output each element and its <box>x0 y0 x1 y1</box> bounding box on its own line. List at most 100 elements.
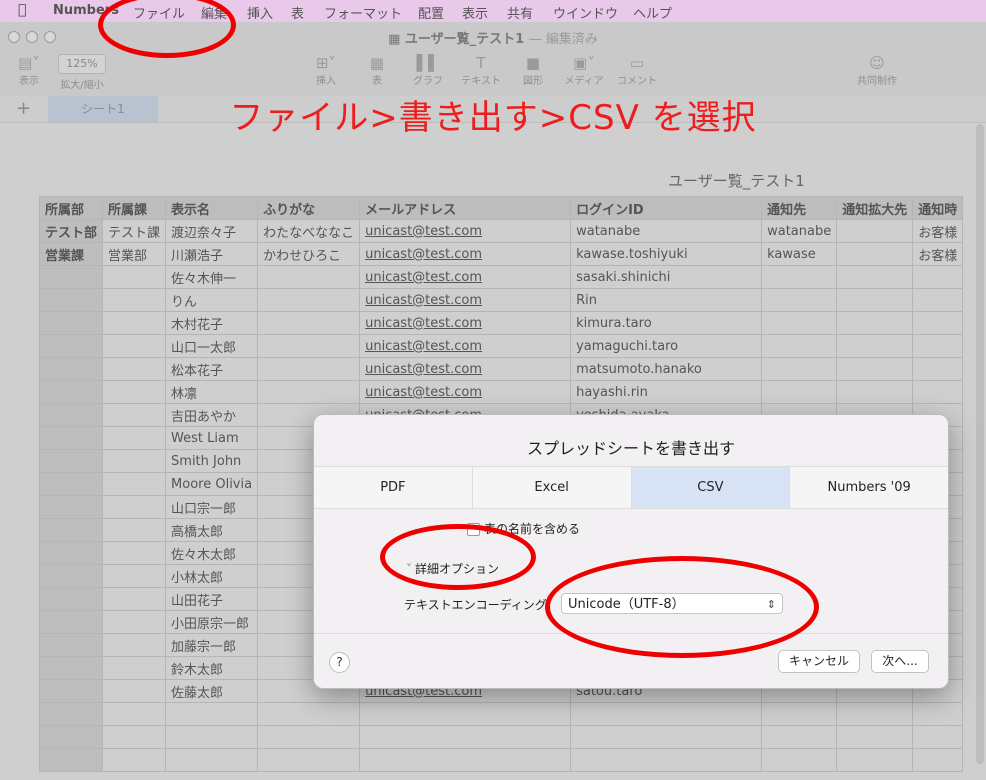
table-cell[interactable] <box>38 288 104 312</box>
tab-pdf[interactable]: PDF <box>314 467 473 508</box>
table-cell[interactable] <box>102 748 167 772</box>
table-cell[interactable] <box>570 725 763 749</box>
table-cell[interactable] <box>38 725 104 749</box>
tab-excel[interactable]: Excel <box>472 467 632 508</box>
table-cell[interactable] <box>570 748 763 772</box>
table-cell[interactable] <box>761 725 838 749</box>
tab-csv[interactable]: CSV <box>631 467 791 508</box>
table-cell[interactable] <box>761 702 838 726</box>
table-cell[interactable] <box>836 357 914 381</box>
table-cell[interactable] <box>836 725 914 749</box>
table-cell[interactable] <box>102 334 167 358</box>
table-cell[interactable]: 山田花子 <box>165 587 259 611</box>
table-cell[interactable]: unicast@test.com <box>359 380 572 404</box>
chart-button[interactable]: ▌▌ グラフ <box>410 54 446 87</box>
table-cell[interactable] <box>912 702 964 726</box>
menu-view[interactable]: 表示 <box>462 3 488 22</box>
table-cell[interactable] <box>102 679 167 703</box>
table-cell[interactable] <box>257 357 361 381</box>
table-cell[interactable] <box>912 311 964 335</box>
table-cell[interactable]: 林凛 <box>165 380 259 404</box>
insert-button[interactable]: ⊞˅ 挿入 <box>306 54 346 87</box>
table-cell[interactable] <box>38 334 104 358</box>
table-cell[interactable] <box>102 265 167 289</box>
table-cell[interactable] <box>102 610 167 634</box>
menu-arrange[interactable]: 配置 <box>418 3 444 22</box>
table-cell[interactable] <box>836 334 914 358</box>
menu-table[interactable]: 表 <box>291 3 304 22</box>
table-cell[interactable] <box>257 702 361 726</box>
table-cell[interactable]: matsumoto.hanako <box>570 357 763 381</box>
table-cell[interactable] <box>102 357 167 381</box>
table-cell[interactable]: 高橋太郎 <box>165 518 259 542</box>
table-cell[interactable]: テスト部 <box>38 219 104 243</box>
table-cell[interactable] <box>38 265 104 289</box>
table-cell[interactable] <box>38 541 104 565</box>
table-cell[interactable] <box>102 495 167 519</box>
table-cell[interactable]: 佐藤太郎 <box>165 679 259 703</box>
table-cell[interactable]: unicast@test.com <box>359 357 572 381</box>
table-cell[interactable] <box>912 357 964 381</box>
table-cell[interactable]: 営業部 <box>102 242 167 266</box>
menu-share[interactable]: 共有 <box>507 3 533 22</box>
column-header[interactable]: メールアドレス <box>359 196 572 220</box>
table-cell[interactable]: テスト課 <box>102 219 167 243</box>
zoom-select[interactable]: 125% <box>58 54 106 74</box>
table-cell[interactable] <box>102 449 167 473</box>
table-cell[interactable] <box>257 265 361 289</box>
view-button[interactable]: ▤˅ 表示 <box>12 54 46 87</box>
table-cell[interactable]: 佐々木太郎 <box>165 541 259 565</box>
table-cell[interactable] <box>359 725 572 749</box>
table-cell[interactable] <box>912 265 964 289</box>
menu-help[interactable]: ヘルプ <box>633 3 672 22</box>
table-cell[interactable]: わたなべななこ <box>257 219 361 243</box>
collaborate-button[interactable]: ☺ 共同制作 <box>852 54 902 87</box>
vertical-scrollbar[interactable] <box>976 124 984 764</box>
table-cell[interactable] <box>761 357 838 381</box>
table-cell[interactable]: unicast@test.com <box>359 242 572 266</box>
column-header[interactable]: 所属部 <box>38 196 104 220</box>
table-cell[interactable]: West Liam <box>165 426 259 450</box>
table-cell[interactable]: watanabe <box>570 219 763 243</box>
table-cell[interactable]: お客様 <box>912 219 964 243</box>
table-cell[interactable] <box>102 725 167 749</box>
table-cell[interactable] <box>836 265 914 289</box>
table-cell[interactable] <box>102 564 167 588</box>
table-cell[interactable]: お客様 <box>912 242 964 266</box>
table-cell[interactable] <box>38 403 104 427</box>
table-cell[interactable] <box>761 334 838 358</box>
table-cell[interactable] <box>38 610 104 634</box>
table-cell[interactable]: unicast@test.com <box>359 265 572 289</box>
table-cell[interactable] <box>38 748 104 772</box>
table-cell[interactable] <box>102 403 167 427</box>
help-button[interactable]: ? <box>329 652 350 673</box>
table-cell[interactable] <box>165 725 259 749</box>
table-cell[interactable]: hayashi.rin <box>570 380 763 404</box>
column-header[interactable]: 通知時 <box>912 196 964 220</box>
table-cell[interactable] <box>102 541 167 565</box>
table-cell[interactable] <box>38 311 104 335</box>
table-cell[interactable]: 小林太郎 <box>165 564 259 588</box>
table-cell[interactable] <box>102 587 167 611</box>
table-cell[interactable] <box>257 334 361 358</box>
table-cell[interactable] <box>38 380 104 404</box>
menu-insert[interactable]: 挿入 <box>247 3 273 22</box>
table-cell[interactable]: unicast@test.com <box>359 334 572 358</box>
table-cell[interactable] <box>836 311 914 335</box>
column-header[interactable]: 表示名 <box>165 196 259 220</box>
text-button[interactable]: T テキスト <box>460 54 502 87</box>
table-cell[interactable] <box>570 702 763 726</box>
table-cell[interactable] <box>38 679 104 703</box>
table-cell[interactable] <box>912 334 964 358</box>
column-header[interactable]: 通知先 <box>761 196 838 220</box>
table-cell[interactable] <box>102 311 167 335</box>
table-cell[interactable] <box>359 748 572 772</box>
table-cell[interactable]: 川瀬浩子 <box>165 242 259 266</box>
table-cell[interactable] <box>38 587 104 611</box>
column-header[interactable]: ふりがな <box>257 196 361 220</box>
table-cell[interactable] <box>761 748 838 772</box>
next-button[interactable]: 次へ... <box>871 650 929 673</box>
table-cell[interactable] <box>836 748 914 772</box>
table-cell[interactable]: unicast@test.com <box>359 311 572 335</box>
table-cell[interactable]: 渡辺奈々子 <box>165 219 259 243</box>
